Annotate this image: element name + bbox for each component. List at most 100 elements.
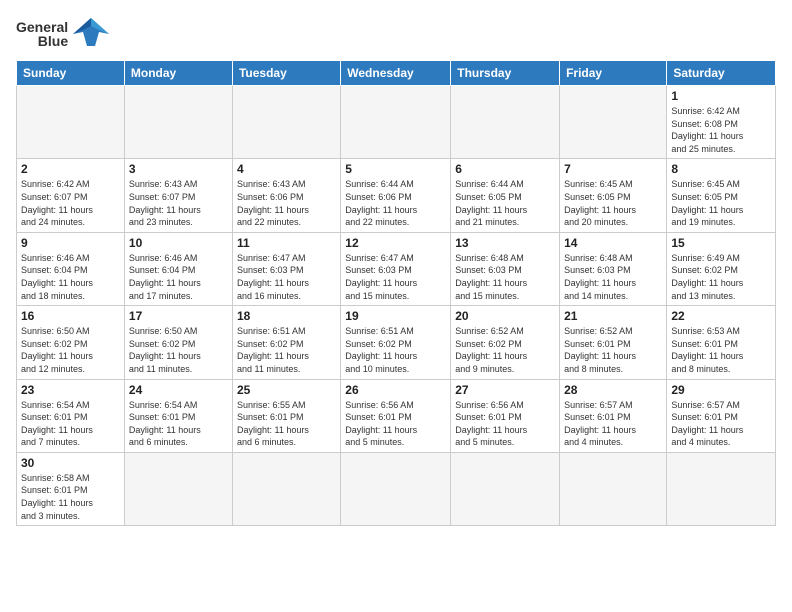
calendar-cell: 19Sunrise: 6:51 AM Sunset: 6:02 PM Dayli… xyxy=(341,306,451,379)
weekday-header-saturday: Saturday xyxy=(667,61,776,86)
calendar-cell: 20 Sunrise: 6:52 AM Sunset: 6:02 PM Dayli… xyxy=(451,306,560,379)
day-info: Sunrise: 6:53 AM Sunset: 6:01 PM Dayligh… xyxy=(671,325,771,375)
day-number: 24 xyxy=(129,383,228,397)
calendar-cell: 6 Sunrise: 6:44 AM Sunset: 6:05 PM Daylig… xyxy=(451,159,560,232)
calendar-cell xyxy=(124,86,232,159)
calendar-cell: 10 Sunrise: 6:46 AM Sunset: 6:04 PM Dayli… xyxy=(124,232,232,305)
day-number: 16 xyxy=(21,309,120,323)
day-number: 22 xyxy=(671,309,771,323)
day-info: Sunrise: 6:51 AM Sunset: 6:02 PM Dayligh… xyxy=(237,325,336,375)
day-number: 4 xyxy=(237,162,336,176)
logo: General Blue xyxy=(16,16,111,52)
day-number: 3 xyxy=(129,162,228,176)
day-info: Sunrise: 6:47 AM Sunset: 6:03 PM Dayligh… xyxy=(345,252,446,302)
day-info: Sunrise: 6:45 AM Sunset: 6:05 PM Dayligh… xyxy=(564,178,662,228)
day-info: Sunrise: 6:48 AM Sunset: 6:03 PM Dayligh… xyxy=(564,252,662,302)
day-info: Sunrise: 6:57 AM Sunset: 6:01 PM Dayligh… xyxy=(671,399,771,449)
calendar-cell: 3 Sunrise: 6:43 AM Sunset: 6:07 PM Daylig… xyxy=(124,159,232,232)
day-number: 2 xyxy=(21,162,120,176)
calendar-cell xyxy=(451,452,560,525)
calendar-table: SundayMondayTuesdayWednesdayThursdayFrid… xyxy=(16,60,776,526)
day-info: Sunrise: 6:48 AM Sunset: 6:03 PM Dayligh… xyxy=(455,252,555,302)
day-info: Sunrise: 6:52 AM Sunset: 6:01 PM Dayligh… xyxy=(564,325,662,375)
calendar-cell: 11 Sunrise: 6:47 AM Sunset: 6:03 PM Dayli… xyxy=(232,232,340,305)
calendar-cell: 21Sunrise: 6:52 AM Sunset: 6:01 PM Dayli… xyxy=(560,306,667,379)
calendar-cell: 17Sunrise: 6:50 AM Sunset: 6:02 PM Dayli… xyxy=(124,306,232,379)
calendar-cell: 7 Sunrise: 6:45 AM Sunset: 6:05 PM Daylig… xyxy=(560,159,667,232)
weekday-header-wednesday: Wednesday xyxy=(341,61,451,86)
calendar-cell: 12 Sunrise: 6:47 AM Sunset: 6:03 PM Dayli… xyxy=(341,232,451,305)
day-info: Sunrise: 6:55 AM Sunset: 6:01 PM Dayligh… xyxy=(237,399,336,449)
day-number: 19 xyxy=(345,309,446,323)
day-number: 18 xyxy=(237,309,336,323)
calendar-week-2: 2 Sunrise: 6:42 AM Sunset: 6:07 PM Daylig… xyxy=(17,159,776,232)
calendar-cell: 1Sunrise: 6:42 AM Sunset: 6:08 PM Daylig… xyxy=(667,86,776,159)
calendar-cell xyxy=(341,86,451,159)
weekday-header-friday: Friday xyxy=(560,61,667,86)
calendar-cell: 16Sunrise: 6:50 AM Sunset: 6:02 PM Dayli… xyxy=(17,306,125,379)
day-number: 20 xyxy=(455,309,555,323)
day-number: 30 xyxy=(21,456,120,470)
calendar-cell xyxy=(341,452,451,525)
day-info: Sunrise: 6:49 AM Sunset: 6:02 PM Dayligh… xyxy=(671,252,771,302)
calendar-cell: 26Sunrise: 6:56 AM Sunset: 6:01 PM Dayli… xyxy=(341,379,451,452)
calendar-cell xyxy=(17,86,125,159)
calendar-cell: 14Sunrise: 6:48 AM Sunset: 6:03 PM Dayli… xyxy=(560,232,667,305)
calendar-week-6: 30Sunrise: 6:58 AM Sunset: 6:01 PM Dayli… xyxy=(17,452,776,525)
day-info: Sunrise: 6:43 AM Sunset: 6:06 PM Dayligh… xyxy=(237,178,336,228)
calendar-cell: 30Sunrise: 6:58 AM Sunset: 6:01 PM Dayli… xyxy=(17,452,125,525)
day-number: 6 xyxy=(455,162,555,176)
day-info: Sunrise: 6:46 AM Sunset: 6:04 PM Dayligh… xyxy=(129,252,228,302)
calendar-cell: 2 Sunrise: 6:42 AM Sunset: 6:07 PM Daylig… xyxy=(17,159,125,232)
calendar-cell xyxy=(560,452,667,525)
calendar-cell: 8Sunrise: 6:45 AM Sunset: 6:05 PM Daylig… xyxy=(667,159,776,232)
day-number: 12 xyxy=(345,236,446,250)
day-info: Sunrise: 6:52 AM Sunset: 6:02 PM Dayligh… xyxy=(455,325,555,375)
calendar-cell: 23Sunrise: 6:54 AM Sunset: 6:01 PM Dayli… xyxy=(17,379,125,452)
calendar-cell: 22 Sunrise: 6:53 AM Sunset: 6:01 PM Dayli… xyxy=(667,306,776,379)
day-number: 17 xyxy=(129,309,228,323)
day-info: Sunrise: 6:43 AM Sunset: 6:07 PM Dayligh… xyxy=(129,178,228,228)
calendar-cell: 27 Sunrise: 6:56 AM Sunset: 6:01 PM Dayli… xyxy=(451,379,560,452)
weekday-header-monday: Monday xyxy=(124,61,232,86)
calendar-cell: 29 Sunrise: 6:57 AM Sunset: 6:01 PM Dayli… xyxy=(667,379,776,452)
calendar-cell: 15Sunrise: 6:49 AM Sunset: 6:02 PM Dayli… xyxy=(667,232,776,305)
day-number: 29 xyxy=(671,383,771,397)
day-info: Sunrise: 6:56 AM Sunset: 6:01 PM Dayligh… xyxy=(455,399,555,449)
day-number: 7 xyxy=(564,162,662,176)
day-info: Sunrise: 6:57 AM Sunset: 6:01 PM Dayligh… xyxy=(564,399,662,449)
day-number: 13 xyxy=(455,236,555,250)
calendar-header-row: SundayMondayTuesdayWednesdayThursdayFrid… xyxy=(17,61,776,86)
day-info: Sunrise: 6:42 AM Sunset: 6:07 PM Dayligh… xyxy=(21,178,120,228)
day-number: 5 xyxy=(345,162,446,176)
day-info: Sunrise: 6:45 AM Sunset: 6:05 PM Dayligh… xyxy=(671,178,771,228)
calendar-cell: 5Sunrise: 6:44 AM Sunset: 6:06 PM Daylig… xyxy=(341,159,451,232)
day-info: Sunrise: 6:46 AM Sunset: 6:04 PM Dayligh… xyxy=(21,252,120,302)
calendar-cell xyxy=(560,86,667,159)
day-info: Sunrise: 6:56 AM Sunset: 6:01 PM Dayligh… xyxy=(345,399,446,449)
calendar-cell xyxy=(232,452,340,525)
day-info: Sunrise: 6:47 AM Sunset: 6:03 PM Dayligh… xyxy=(237,252,336,302)
weekday-header-tuesday: Tuesday xyxy=(232,61,340,86)
day-number: 27 xyxy=(455,383,555,397)
calendar-cell: 13 Sunrise: 6:48 AM Sunset: 6:03 PM Dayli… xyxy=(451,232,560,305)
page-header: General Blue xyxy=(16,16,776,52)
calendar-cell: 18 Sunrise: 6:51 AM Sunset: 6:02 PM Dayli… xyxy=(232,306,340,379)
calendar-cell xyxy=(451,86,560,159)
weekday-header-thursday: Thursday xyxy=(451,61,560,86)
day-number: 9 xyxy=(21,236,120,250)
day-number: 10 xyxy=(129,236,228,250)
calendar-cell: 25Sunrise: 6:55 AM Sunset: 6:01 PM Dayli… xyxy=(232,379,340,452)
calendar-cell: 28Sunrise: 6:57 AM Sunset: 6:01 PM Dayli… xyxy=(560,379,667,452)
day-number: 23 xyxy=(21,383,120,397)
logo-bird-icon xyxy=(71,16,111,52)
calendar-week-1: 1Sunrise: 6:42 AM Sunset: 6:08 PM Daylig… xyxy=(17,86,776,159)
calendar-cell xyxy=(232,86,340,159)
calendar-week-3: 9 Sunrise: 6:46 AM Sunset: 6:04 PM Daylig… xyxy=(17,232,776,305)
weekday-header-sunday: Sunday xyxy=(17,61,125,86)
day-info: Sunrise: 6:44 AM Sunset: 6:05 PM Dayligh… xyxy=(455,178,555,228)
calendar-cell: 4 Sunrise: 6:43 AM Sunset: 6:06 PM Daylig… xyxy=(232,159,340,232)
day-info: Sunrise: 6:42 AM Sunset: 6:08 PM Dayligh… xyxy=(671,105,771,155)
calendar-week-4: 16Sunrise: 6:50 AM Sunset: 6:02 PM Dayli… xyxy=(17,306,776,379)
day-number: 11 xyxy=(237,236,336,250)
